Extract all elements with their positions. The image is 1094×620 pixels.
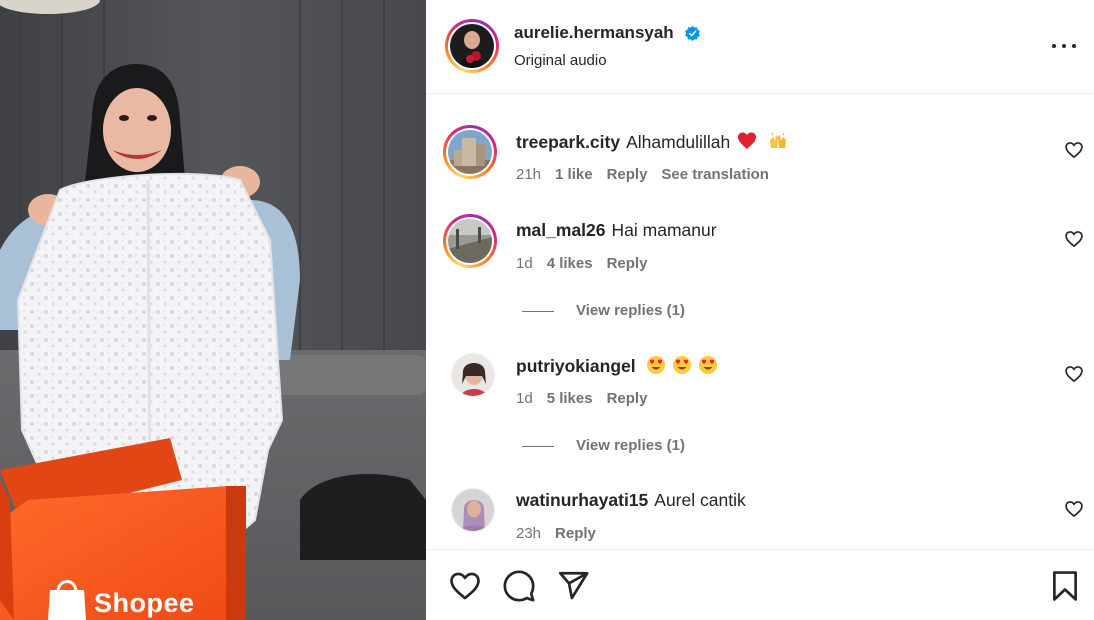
comment-text: treepark.city Alhamdulillah [516, 131, 794, 153]
author-photo [450, 24, 494, 68]
comment-text: putriyokiangel [516, 355, 724, 377]
reply-button[interactable]: Reply [607, 166, 648, 183]
comment-meta: 1d 5 likes Reply [516, 390, 661, 407]
audio-label[interactable]: Original audio [514, 52, 607, 69]
comment-like-icon[interactable] [1064, 499, 1084, 519]
comment-time[interactable]: 1d [516, 390, 533, 407]
comment-username[interactable]: watinurhayati15 [516, 490, 648, 510]
comment-likes[interactable]: 1 like [555, 166, 593, 183]
view-replies-label: View replies (1) [576, 302, 685, 319]
heart-eyes-emoji-icon [699, 356, 718, 374]
commenter-avatar[interactable] [443, 125, 497, 179]
heart-icon[interactable] [448, 569, 482, 603]
comment-text: mal_mal26 Hai mamanur [516, 220, 717, 241]
post-media[interactable]: Shopee [0, 0, 426, 620]
post-side-panel: aurelie.hermansyah Original audio treepa… [426, 0, 1094, 620]
heart-eyes-emoji-icon [673, 356, 692, 374]
comment-like-icon[interactable] [1064, 140, 1084, 160]
comment-likes[interactable]: 5 likes [547, 390, 593, 407]
commenter-photo [452, 489, 494, 531]
view-replies-button[interactable]: View replies (1) [522, 437, 685, 454]
comment-body: Hai mamanur [611, 220, 717, 240]
comment-meta: 21h 1 like Reply See translation [516, 166, 783, 183]
view-replies-label: View replies (1) [576, 437, 685, 454]
verified-badge-icon [685, 25, 700, 41]
commenter-avatar[interactable] [443, 214, 497, 268]
post-action-bar [426, 549, 1094, 620]
comment-text: watinurhayati15 Aurel cantik [516, 490, 746, 511]
replies-divider [522, 445, 554, 447]
commenter-photo [452, 354, 494, 396]
comment-likes[interactable]: 4 likes [547, 255, 593, 272]
view-replies-button[interactable]: View replies (1) [522, 302, 685, 319]
red-heart-emoji-icon [738, 132, 757, 149]
comment-meta: 1d 4 likes Reply [516, 255, 661, 272]
comment-like-icon[interactable] [1064, 364, 1084, 384]
building-photo [448, 130, 492, 174]
shopee-box-label: Shopee [94, 588, 195, 618]
comment-meta: 23h Reply [516, 525, 610, 542]
road-photo [448, 219, 492, 263]
commenter-avatar[interactable] [451, 488, 495, 532]
comment-time[interactable]: 21h [516, 166, 541, 183]
reply-button[interactable]: Reply [607, 255, 648, 272]
comment-icon[interactable] [502, 569, 536, 603]
share-icon[interactable] [556, 569, 590, 603]
comment-body: Alhamdulillah [626, 132, 731, 152]
comment-body: Aurel cantik [654, 490, 746, 510]
comment-time[interactable]: 23h [516, 525, 541, 542]
raising-hands-emoji-icon [769, 132, 786, 148]
commenter-avatar[interactable] [451, 353, 495, 397]
comment-like-icon[interactable] [1064, 229, 1084, 249]
bookmark-icon[interactable] [1048, 569, 1082, 603]
comments-list[interactable]: treepark.city Alhamdulillah 21h 1 like Repl… [426, 95, 1094, 549]
comment-username[interactable]: treepark.city [516, 132, 620, 152]
heart-eyes-emoji-icon [647, 356, 666, 374]
more-options-icon[interactable] [1050, 36, 1078, 56]
reply-button[interactable]: Reply [607, 390, 648, 407]
comment-time[interactable]: 1d [516, 255, 533, 272]
author-avatar[interactable] [445, 19, 499, 73]
reply-button[interactable]: Reply [555, 525, 596, 542]
comment-username[interactable]: mal_mal26 [516, 220, 606, 240]
post-header: aurelie.hermansyah Original audio [426, 0, 1094, 94]
replies-divider [522, 310, 554, 312]
video-frame-illustration [0, 0, 426, 620]
author-username[interactable]: aurelie.hermansyah [514, 23, 674, 43]
see-translation-button[interactable]: See translation [661, 166, 769, 183]
comment-username[interactable]: putriyokiangel [516, 356, 636, 376]
